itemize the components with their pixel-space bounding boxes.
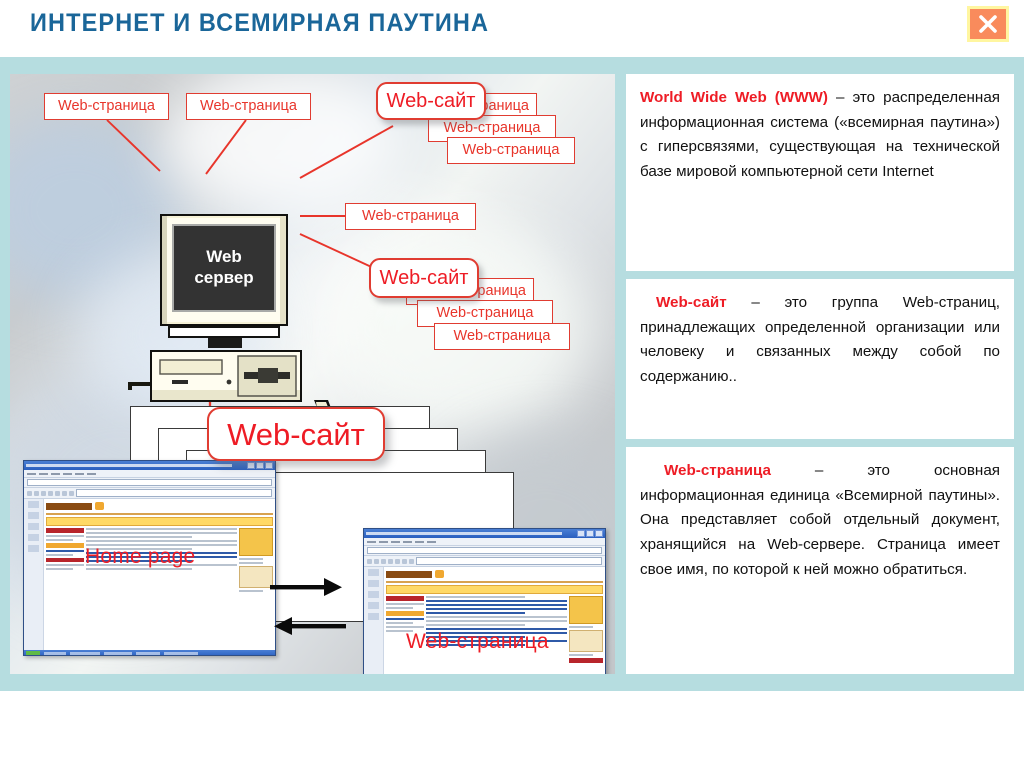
label-web-site-mid: Web-сайт bbox=[369, 258, 479, 298]
browser-statusbar bbox=[24, 650, 275, 655]
definition-paragraph: Web-страница – это основная информационн… bbox=[640, 459, 1000, 582]
definition-term: World Wide Web (WWW) bbox=[640, 89, 828, 106]
label-web-site-top: Web-сайт bbox=[376, 82, 486, 120]
definition-paragraph: Web-сайт – это группа Web-страниц, прина… bbox=[640, 291, 1000, 390]
caption-home-page: Home page bbox=[85, 545, 196, 568]
browser-toolbar bbox=[364, 556, 605, 567]
label-web-page-stack-b3: Web-страница bbox=[434, 323, 570, 350]
label-web-page-top-mid: Web-страница bbox=[186, 93, 311, 120]
label-web-page-top-left: Web-страница bbox=[44, 93, 169, 120]
diagram-panel: Web сервер Web-страница Web-страница Web… bbox=[10, 74, 615, 674]
browser-page-content bbox=[384, 567, 605, 674]
browser-menubar bbox=[24, 470, 275, 478]
browser-titlebar bbox=[24, 461, 275, 470]
browser-sidebar bbox=[24, 499, 44, 650]
server-label-line1: Web bbox=[206, 247, 242, 267]
definition-term: Web-сайт bbox=[656, 294, 727, 311]
exchange-arrows bbox=[270, 578, 346, 635]
label-web-site-big: Web-сайт bbox=[207, 407, 385, 461]
slide-header: ИНТЕРНЕТ И ВСЕМИРНАЯ ПАУТИНА bbox=[0, 0, 1024, 56]
browser-titlebar bbox=[364, 529, 605, 538]
definition-box-www: World Wide Web (WWW) – это распределенна… bbox=[626, 74, 1014, 271]
close-button[interactable] bbox=[967, 6, 1009, 42]
caption-web-page: Web-страница bbox=[406, 630, 549, 653]
browser-page-content bbox=[44, 499, 275, 650]
close-icon bbox=[970, 9, 1006, 39]
definition-paragraph: World Wide Web (WWW) – это распределенна… bbox=[640, 86, 1000, 185]
definition-box-website: Web-сайт – это группа Web-страниц, прина… bbox=[626, 279, 1014, 439]
browser-addressbar[interactable] bbox=[24, 478, 275, 488]
label-web-page-stack-a3: Web-страница bbox=[447, 137, 575, 164]
definition-box-webpage: Web-страница – это основная информационн… bbox=[626, 447, 1014, 674]
definition-term: Web-страница bbox=[664, 462, 771, 479]
page-title: ИНТЕРНЕТ И ВСЕМИРНАЯ ПАУТИНА bbox=[30, 9, 490, 37]
server-label-line2: сервер bbox=[194, 268, 254, 287]
definition-body: – это основная информационная единица «В… bbox=[640, 462, 1000, 578]
browser-addressbar[interactable] bbox=[364, 546, 605, 556]
browser-toolbar bbox=[24, 488, 275, 499]
label-web-page-right-mid: Web-страница bbox=[345, 203, 476, 230]
browser-menubar bbox=[364, 538, 605, 546]
slide: ИНТЕРНЕТ И ВСЕМИРНАЯ ПАУТИНА Web сервер … bbox=[0, 0, 1024, 767]
